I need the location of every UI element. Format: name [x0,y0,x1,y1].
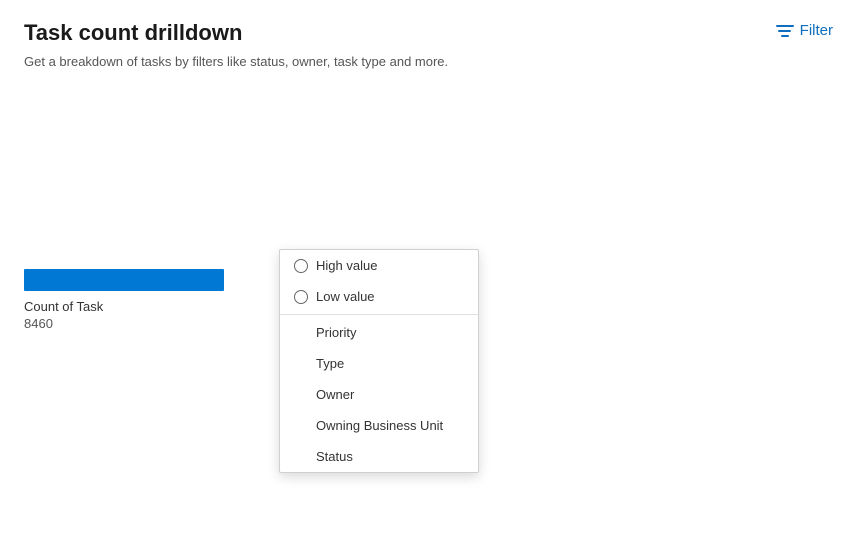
dropdown-item-type[interactable]: Type [280,348,478,379]
dropdown-menu: High value Low value Priority Type Owner [279,249,479,473]
dropdown-label-status: Status [316,449,353,464]
bar-value: 8460 [24,316,53,331]
dropdown-item-low-value[interactable]: Low value [280,281,478,312]
page-subtitle: Get a breakdown of tasks by filters like… [24,54,839,69]
bar-label: Count of Task [24,299,103,314]
dropdown-label-low-value: Low value [316,289,375,304]
filter-label: Filter [800,22,833,39]
radio-icon-high-value [294,259,308,273]
dropdown-item-high-value[interactable]: High value [280,250,478,281]
dropdown-item-priority[interactable]: Priority [280,317,478,348]
dropdown-label-owning-business-unit: Owning Business Unit [316,418,443,433]
dropdown-item-owning-business-unit[interactable]: Owning Business Unit [280,410,478,441]
bar-container: Count of Task 8460 [24,269,224,331]
page-title: Task count drilldown [24,20,242,46]
page-container: Task count drilldown Filter Get a breakd… [0,0,863,558]
radio-icon-low-value [294,290,308,304]
dropdown-label-priority: Priority [316,325,356,340]
chart-bar [24,269,224,291]
filter-icon [776,25,794,37]
dropdown-item-owner[interactable]: Owner [280,379,478,410]
dropdown-label-type: Type [316,356,344,371]
filter-button[interactable]: Filter [770,20,839,41]
dropdown-item-status[interactable]: Status [280,441,478,472]
dropdown-label-owner: Owner [316,387,354,402]
chart-area: Count of Task 8460 High value Low value … [24,269,839,331]
header-row: Task count drilldown Filter [24,20,839,46]
dropdown-label-high-value: High value [316,258,377,273]
dropdown-divider [280,314,478,315]
